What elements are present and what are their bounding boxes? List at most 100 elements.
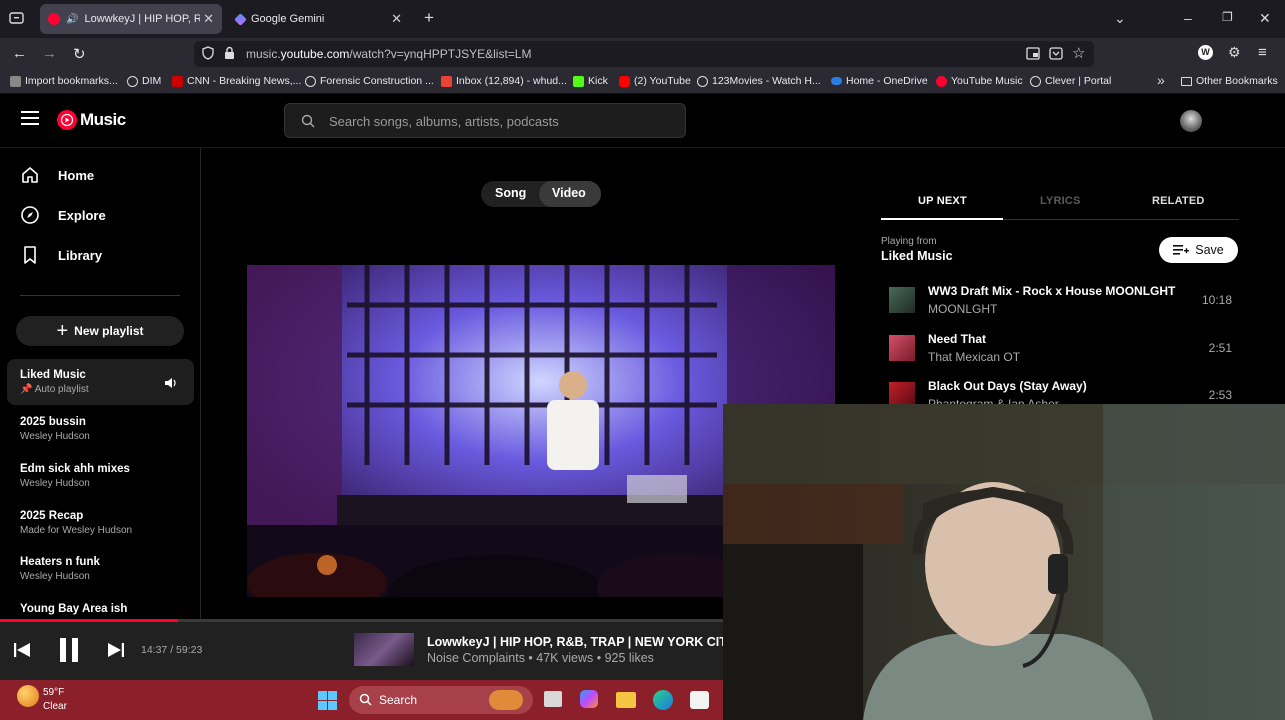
hamburger-menu-icon[interactable] <box>21 111 39 130</box>
browser-tab-bar: 🔊 LowwkeyJ | HIP HOP, R&B, ✕ Google Gemi… <box>0 0 1285 38</box>
now-playing-title[interactable]: LowwkeyJ | HIP HOP, R&B, TRAP | NEW YORK… <box>427 635 723 649</box>
kick-icon <box>573 75 584 87</box>
tab-lyrics[interactable]: LYRICS <box>1040 195 1081 207</box>
more-bookmarks-icon[interactable]: » <box>1157 72 1165 88</box>
new-tab-icon[interactable]: + <box>424 8 434 28</box>
playlist-add-icon <box>1173 245 1190 255</box>
sidebar-item-library[interactable]: Library <box>20 245 102 265</box>
gemini-favicon <box>234 12 247 26</box>
tab-google-gemini[interactable]: Google Gemini ✕ <box>228 4 410 34</box>
url-text: music.youtube.com/watch?v=ynqHPPTJSYE&li… <box>246 47 532 61</box>
playlist-2025-bussin[interactable]: 2025 bussin Wesley Hudson <box>20 416 90 442</box>
queue-thumbnail <box>889 335 915 361</box>
windows-taskbar: 59°F Clear Search <box>0 680 723 720</box>
previous-icon[interactable] <box>13 642 31 663</box>
lock-icon[interactable] <box>224 46 235 65</box>
bookmark-dim[interactable]: DIM <box>127 75 161 87</box>
task-view-icon[interactable] <box>544 691 562 707</box>
close-tab-icon[interactable]: ✕ <box>203 11 214 27</box>
bookmark-youtube-music[interactable]: YouTube Music <box>936 75 1023 87</box>
reload-icon[interactable]: ↻ <box>73 45 86 63</box>
list-tabs-icon[interactable]: ⌄ <box>1114 10 1126 27</box>
next-icon[interactable] <box>107 642 125 663</box>
sidebar-item-home[interactable]: Home <box>20 165 94 185</box>
save-button[interactable]: Save <box>1159 237 1238 263</box>
ytmusic-logo[interactable]: Music <box>57 110 126 130</box>
shield-icon[interactable] <box>202 46 214 65</box>
speaker-icon[interactable]: 🔊 <box>66 14 78 25</box>
ytmusic-header: Music Search songs, albums, artists, pod… <box>0 94 1285 148</box>
bookmark-star-icon[interactable]: ☆ <box>1072 44 1085 62</box>
minimize-icon[interactable]: – <box>1184 10 1192 26</box>
compass-icon <box>21 206 39 224</box>
bookmark-kick[interactable]: Kick <box>573 75 608 87</box>
queue-thumbnail <box>889 287 915 313</box>
taskbar-search[interactable]: Search <box>349 686 533 714</box>
new-playlist-button[interactable]: + New playlist <box>16 316 184 346</box>
now-playing-meta: Noise Complaints • 47K views • 925 likes <box>427 651 654 665</box>
song-toggle[interactable]: Song <box>495 186 526 200</box>
playlist-young-bay-area[interactable]: Young Bay Area ish <box>20 603 127 615</box>
bookmark-import[interactable]: Import bookmarks... <box>10 75 118 87</box>
save-to-pocket-icon[interactable] <box>1049 47 1063 65</box>
now-playing-speaker-icon <box>164 376 178 394</box>
weather-icon[interactable] <box>17 685 39 707</box>
bookmark-youtube[interactable]: (2) YouTube <box>619 75 691 87</box>
playlist-heaters[interactable]: Heaters n funk Wesley Hudson <box>20 556 100 582</box>
tab-youtube-music[interactable]: 🔊 LowwkeyJ | HIP HOP, R&B, ✕ <box>40 4 222 34</box>
tab-active-indicator <box>881 218 1003 220</box>
tab-list-icon[interactable] <box>9 11 24 30</box>
playing-from-name: Liked Music <box>881 249 953 263</box>
copilot-icon[interactable] <box>580 690 598 708</box>
search-input[interactable]: Search songs, albums, artists, podcasts <box>284 103 686 138</box>
globe-icon <box>1030 75 1041 87</box>
account-avatar-icon[interactable]: W <box>1198 45 1213 60</box>
song-video-toggle: Song Video <box>481 181 601 207</box>
back-icon[interactable]: ← <box>12 45 27 62</box>
playing-from-label: Playing from <box>881 236 937 247</box>
bookmark-gmail[interactable]: Inbox (12,894) - whud... <box>441 75 567 87</box>
address-bar[interactable]: music.youtube.com/watch?v=ynqHPPTJSYE&li… <box>194 41 1094 67</box>
sidebar-item-label: Library <box>58 247 103 263</box>
pause-icon[interactable] <box>58 637 80 668</box>
windows-start-icon[interactable] <box>318 691 337 715</box>
webcam-feed <box>723 404 1285 720</box>
bookmark-123movies[interactable]: 123Movies - Watch H... <box>697 75 821 87</box>
now-playing-thumbnail[interactable] <box>354 633 414 666</box>
playlist-edm[interactable]: Edm sick ahh mixes Wesley Hudson <box>20 463 130 489</box>
tab-up-next[interactable]: UP NEXT <box>918 195 967 207</box>
playlist-2025-recap[interactable]: 2025 Recap Made for Wesley Hudson <box>20 510 132 536</box>
browser-nav-bar: ← → ↻ music.youtube.com/watch?v=ynqHPPTJ… <box>0 38 1285 70</box>
playlist-liked-music[interactable]: Liked Music 📌 Auto playlist <box>20 369 89 395</box>
queue-item[interactable]: WW3 Draft Mix - Rock x House MOONLGHT MO… <box>885 279 1240 323</box>
bookmark-cnn[interactable]: CNN - Breaking News,... <box>172 75 301 87</box>
folder-icon <box>1181 76 1192 86</box>
menu-icon[interactable]: ≡ <box>1258 44 1267 61</box>
video-toggle[interactable]: Video <box>552 186 586 200</box>
store-icon[interactable] <box>690 691 709 709</box>
taskbar-search-label: Search <box>379 693 418 707</box>
picture-in-picture-icon[interactable] <box>1026 47 1040 65</box>
home-icon <box>22 167 38 183</box>
tab-related[interactable]: RELATED <box>1152 195 1205 207</box>
close-window-icon[interactable]: ✕ <box>1259 10 1271 27</box>
queue-item[interactable]: Need That That Mexican OT 2:51 <box>885 327 1240 371</box>
sidebar-item-explore[interactable]: Explore <box>20 205 106 225</box>
user-avatar[interactable] <box>1180 110 1202 132</box>
search-placeholder: Search songs, albums, artists, podcasts <box>329 114 559 129</box>
forward-icon[interactable]: → <box>42 45 57 62</box>
file-explorer-icon[interactable] <box>616 692 636 708</box>
youtube-music-favicon <box>48 13 60 25</box>
ytmusic-logo-icon <box>57 110 77 130</box>
bookmark-onedrive[interactable]: Home - OneDrive <box>831 75 928 87</box>
tab-title: Google Gemini <box>251 13 325 25</box>
other-bookmarks[interactable]: Other Bookmarks <box>1181 75 1278 87</box>
bookmark-forensic[interactable]: Forensic Construction ... <box>305 75 434 87</box>
youtube-icon <box>619 75 630 87</box>
close-tab-icon[interactable]: ✕ <box>391 11 402 27</box>
edge-icon[interactable] <box>653 690 673 710</box>
weather-temp[interactable]: 59°F <box>43 687 64 698</box>
extensions-icon[interactable]: ⚙ <box>1228 44 1241 61</box>
restore-icon[interactable]: ❐ <box>1222 10 1233 24</box>
bookmark-clever[interactable]: Clever | Portal <box>1030 75 1111 87</box>
